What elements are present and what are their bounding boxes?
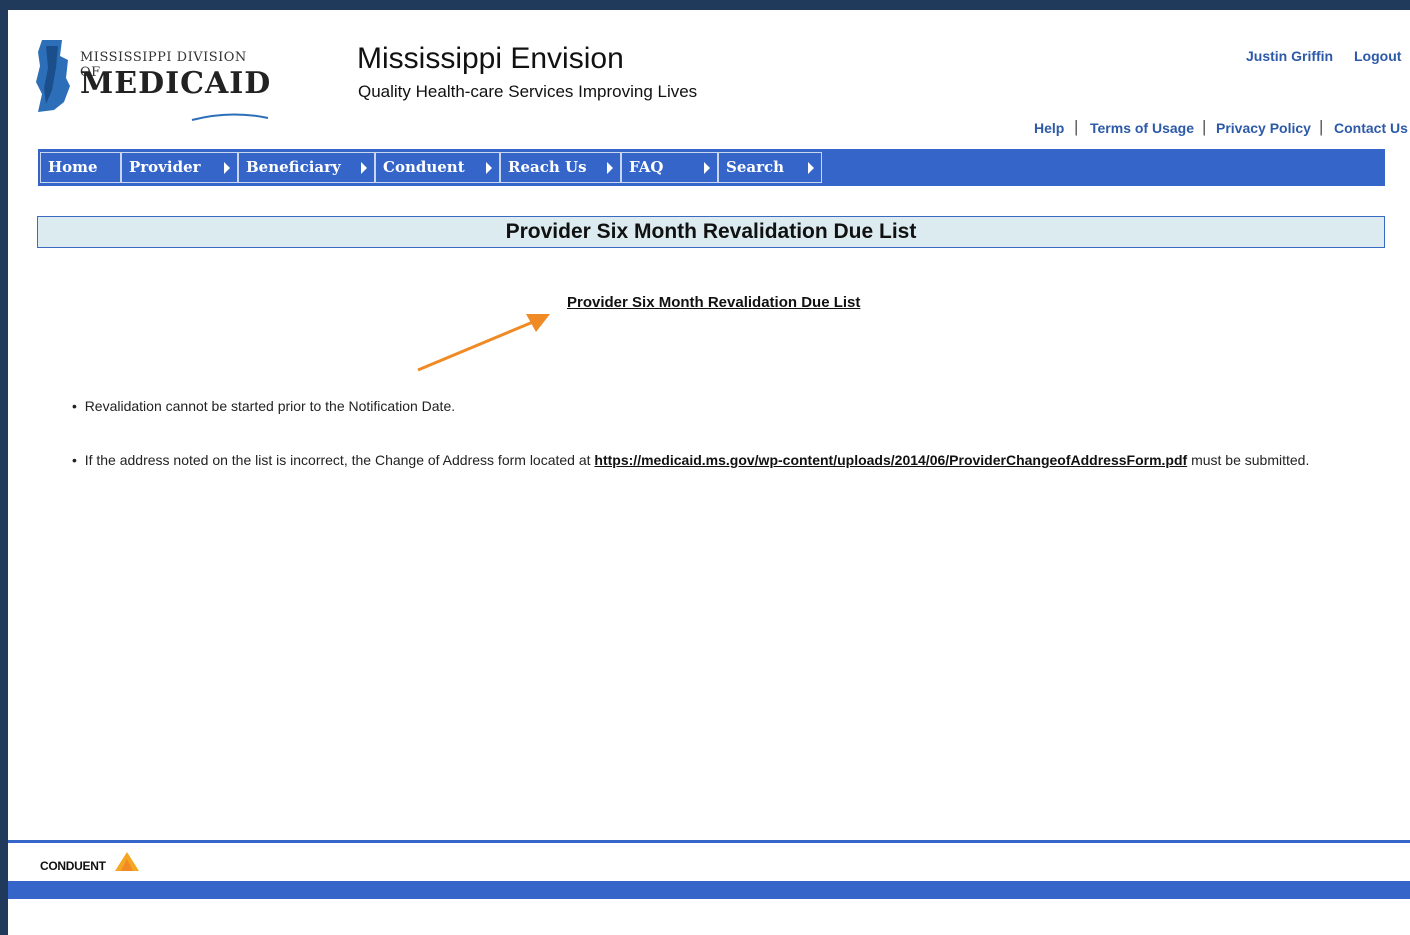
logo-title: MEDICAID [80,66,272,101]
medicaid-logo[interactable]: MISSISSIPPI DIVISION OF MEDICAID [30,36,270,128]
footer-bar [8,881,1410,899]
main-nav: Home Provider Beneficiary Conduent Reach… [38,149,1385,186]
bullet-text-end: must be submitted. [1187,452,1310,468]
page-title-bar: Provider Six Month Revalidation Due List [37,216,1385,248]
nav-label: Home [48,158,98,176]
contact-us-link[interactable]: Contact Us [1334,120,1408,136]
arrow-right-icon [486,162,492,174]
bullet-text: If the address noted on the list is inco… [84,452,595,468]
user-name-link[interactable]: Justin Griffin [1246,48,1333,64]
conduent-logo: CONDUENT [40,852,139,873]
divider: | [1319,117,1324,136]
arrow-right-icon [704,162,710,174]
arrow-right-icon [224,162,230,174]
page-title: Provider Six Month Revalidation Due List [505,220,917,243]
nav-home[interactable]: Home [40,152,121,183]
page-frame: MISSISSIPPI DIVISION OF MEDICAID Mississ… [8,10,1410,935]
conduent-brand: CONDUENT [40,859,106,873]
arrow-right-icon [808,162,814,174]
bullet-dot: • [72,398,85,414]
list-item: • If the address noted on the list is in… [72,452,1309,468]
logout-link[interactable]: Logout [1354,48,1401,64]
nav-label: Search [726,158,785,176]
site-title: Mississippi Envision [357,42,624,75]
divider: | [1202,117,1207,136]
revalidation-list-link[interactable]: Provider Six Month Revalidation Due List [567,294,860,311]
arrow-right-icon [607,162,613,174]
bullet-text: Revalidation cannot be started prior to … [84,398,456,414]
nav-conduent[interactable]: Conduent [375,152,500,183]
list-item: • Revalidation cannot be started prior t… [72,398,455,414]
nav-label: Reach Us [508,158,587,176]
arrow-right-icon [361,162,367,174]
help-link[interactable]: Help [1034,120,1064,136]
nav-faq[interactable]: FAQ [621,152,718,183]
nav-provider[interactable]: Provider [121,152,238,183]
nav-beneficiary[interactable]: Beneficiary [238,152,375,183]
privacy-policy-link[interactable]: Privacy Policy [1216,120,1311,136]
nav-reach-us[interactable]: Reach Us [500,152,621,183]
site-tagline: Quality Health-care Services Improving L… [358,82,698,101]
footer-divider [8,840,1410,843]
mississippi-state-icon [36,40,70,112]
terms-of-usage-link[interactable]: Terms of Usage [1090,120,1194,136]
nav-label: FAQ [629,158,664,176]
logo-swoosh [191,113,269,121]
nav-search[interactable]: Search [718,152,822,183]
annotation-arrow-icon [417,314,550,372]
conduent-mark-icon [115,852,139,871]
divider: | [1074,117,1079,136]
nav-label: Beneficiary [246,158,341,176]
change-of-address-form-link[interactable]: https://medicaid.ms.gov/wp-content/uploa… [594,452,1187,468]
bullet-dot: • [72,452,85,468]
nav-label: Conduent [383,158,465,176]
nav-label: Provider [129,158,201,176]
